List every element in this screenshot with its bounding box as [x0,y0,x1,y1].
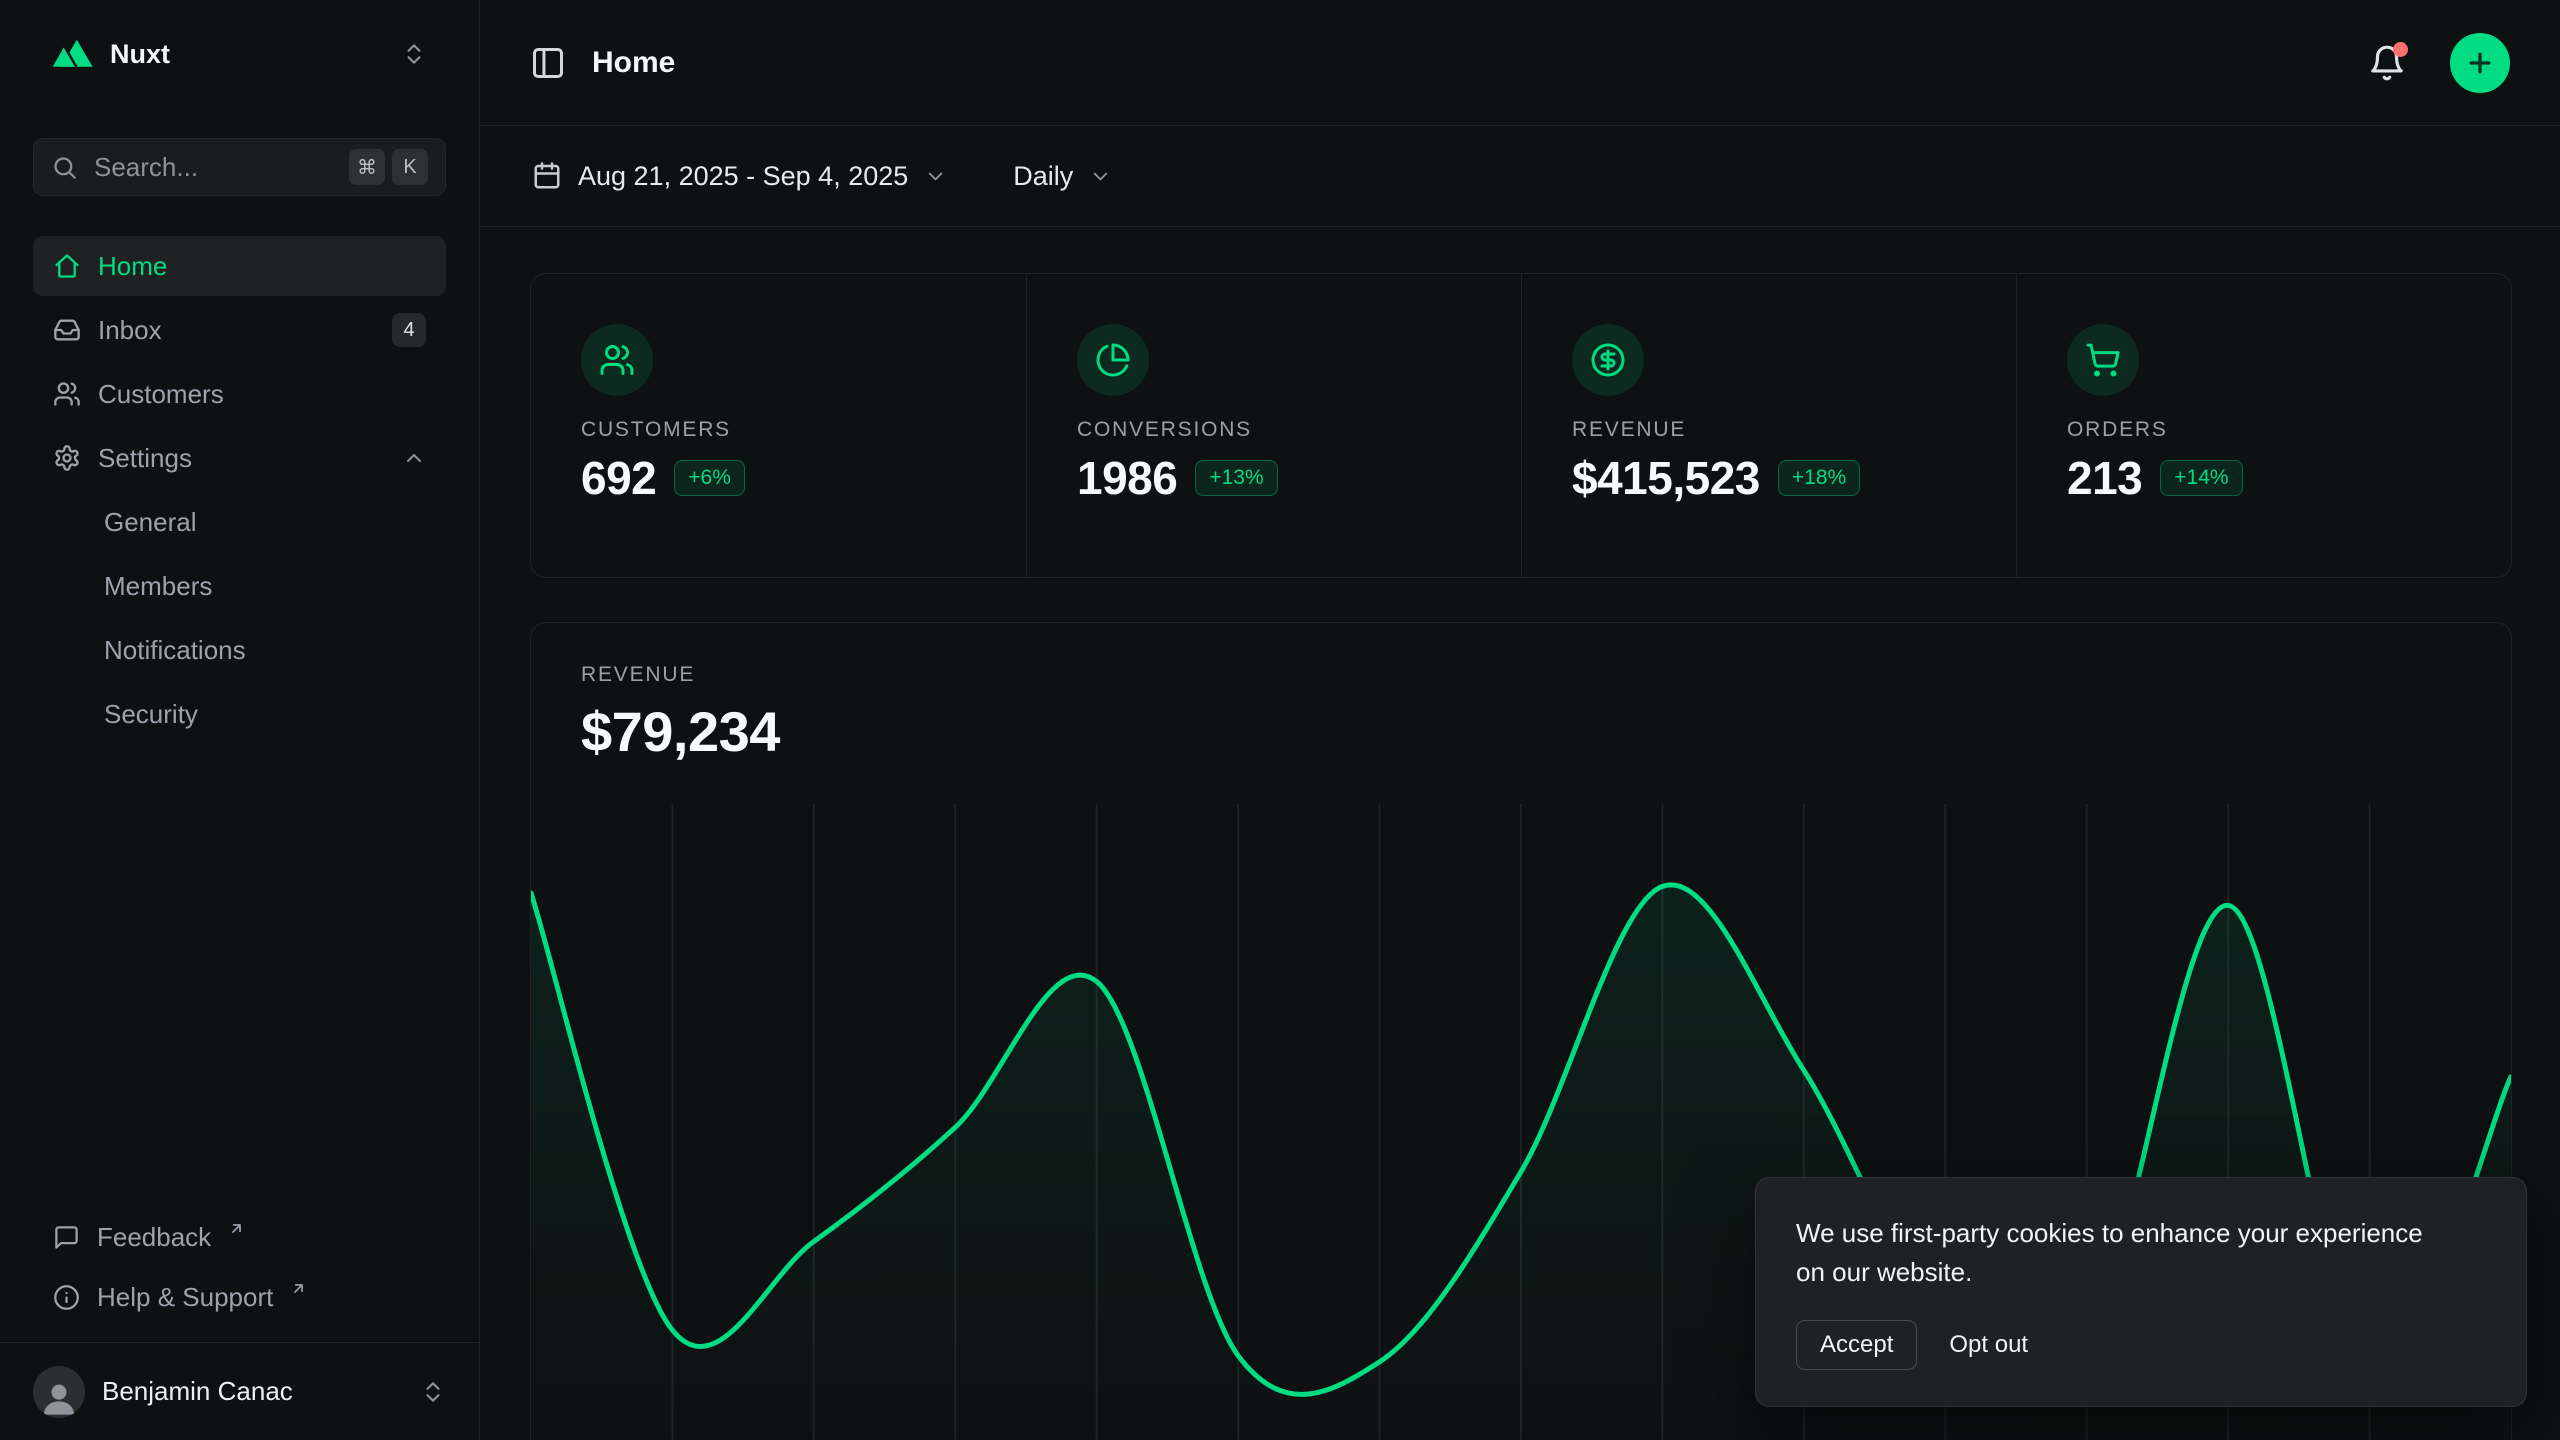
chevrons-up-down-icon [401,41,427,67]
calendar-icon [532,161,562,191]
stat-icon-circle [1077,324,1149,396]
stat-icon-circle [2067,324,2139,396]
revenue-chart-header: REVENUE $79,234 [531,623,2511,764]
stat-delta-badge: +6% [674,460,745,496]
chevron-down-icon [1089,165,1112,188]
user-menu[interactable]: Benjamin Canac [0,1342,479,1440]
cookie-optout-button[interactable]: Opt out [1949,1331,2028,1359]
users-icon [53,380,81,408]
stat-label: REVENUE [1572,418,1996,442]
workspace-switcher[interactable]: Nuxt [33,22,446,86]
stat-label: ORDERS [2067,418,2491,442]
cookie-accept-button[interactable]: Accept [1796,1320,1917,1370]
sidebar-toggle-icon[interactable] [530,45,566,81]
home-icon [53,252,81,280]
chat-bubble-icon [53,1224,80,1251]
search-placeholder: Search... [94,152,333,183]
person-icon [39,1378,79,1418]
chevron-up-icon [402,446,426,470]
sidebar-item-settings-notifications[interactable]: Notifications [33,620,446,680]
sidebar-item-settings-members[interactable]: Members [33,556,446,616]
users-icon [599,342,635,378]
chevrons-up-down-icon [420,1379,446,1405]
stat-card-customers[interactable]: CUSTOMERS 692 +6% [531,274,1026,577]
app-root: Nuxt Search... ⌘ K Home Inbox 4 Cu [0,0,2560,1440]
stat-delta-badge: +14% [2160,460,2242,496]
notifications-button[interactable] [2368,44,2406,82]
sidebar-item-settings-general[interactable]: General [33,492,446,552]
stat-icon-circle [581,324,653,396]
stat-delta-badge: +18% [1778,460,1860,496]
kbd-k: K [392,149,428,185]
stat-value: $415,523 [1572,451,1760,505]
help-support-link[interactable]: Help & Support [33,1270,446,1324]
footer-link-label: Feedback [97,1222,211,1253]
nuxt-logo-icon [52,36,94,72]
cookie-actions: Accept Opt out [1796,1320,2486,1370]
stat-label: CUSTOMERS [581,418,1006,442]
filters-toolbar: Aug 21, 2025 - Sep 4, 2025 Daily [480,126,2560,227]
stat-card-revenue[interactable]: REVENUE $415,523 +18% [1521,274,2016,577]
sidebar-item-inbox[interactable]: Inbox 4 [33,300,446,360]
stat-value: 692 [581,451,656,505]
add-button[interactable] [2450,33,2510,93]
sidebar-footer: Feedback Help & Support [33,1210,446,1324]
stat-label: CONVERSIONS [1077,418,1501,442]
external-link-icon [228,1220,245,1237]
top-bar-actions [2368,33,2510,93]
page-title: Home [592,46,675,80]
kbd-cmd: ⌘ [349,149,385,185]
sub-item-label: General [104,507,197,538]
gear-icon [53,444,81,472]
search-icon [51,154,78,181]
inbox-count-badge: 4 [392,313,426,347]
workspace-name: Nuxt [110,39,170,70]
sidebar-nav: Home Inbox 4 Customers Settings General … [33,236,446,744]
top-bar: Home [480,0,2560,126]
date-range-picker[interactable]: Aug 21, 2025 - Sep 4, 2025 [532,161,947,192]
date-range-label: Aug 21, 2025 - Sep 4, 2025 [578,161,908,192]
notification-dot [2393,42,2408,57]
granularity-select[interactable]: Daily [1013,161,1112,192]
search-input[interactable]: Search... ⌘ K [33,138,446,196]
footer-link-label: Help & Support [97,1282,273,1313]
sidebar-item-label: Settings [98,443,192,474]
stat-value: 213 [2067,451,2142,505]
pie-chart-icon [1095,342,1131,378]
sidebar-item-label: Inbox [98,315,162,346]
sidebar-item-label: Customers [98,379,224,410]
stat-value: 1986 [1077,451,1177,505]
cookie-message: We use first-party cookies to enhance yo… [1796,1214,2426,1292]
stat-card-orders[interactable]: ORDERS 213 +14% [2016,274,2511,577]
sidebar-item-home[interactable]: Home [33,236,446,296]
user-name: Benjamin Canac [102,1376,293,1407]
inbox-icon [53,316,81,344]
sub-item-label: Security [104,699,198,730]
external-link-icon [290,1280,307,1297]
chevron-down-icon [924,165,947,188]
sidebar-item-settings-security[interactable]: Security [33,684,446,744]
stat-icon-circle [1572,324,1644,396]
revenue-chart-label: REVENUE [581,663,2461,687]
sub-item-label: Members [104,571,212,602]
cart-icon [2085,342,2121,378]
avatar [33,1366,85,1418]
stats-row: CUSTOMERS 692 +6% CONVERSIONS 1986 +13% [530,273,2512,578]
cookie-banner: We use first-party cookies to enhance yo… [1755,1177,2527,1407]
sidebar-item-settings[interactable]: Settings [33,428,446,488]
search-shortcut: ⌘ K [349,149,428,185]
stat-card-conversions[interactable]: CONVERSIONS 1986 +13% [1026,274,1521,577]
granularity-label: Daily [1013,161,1073,192]
revenue-chart-value: $79,234 [581,699,2461,764]
stat-delta-badge: +13% [1195,460,1277,496]
dollar-circle-icon [1590,342,1626,378]
sidebar-item-customers[interactable]: Customers [33,364,446,424]
plus-icon [2465,48,2495,78]
sidebar-item-label: Home [98,251,167,282]
sidebar: Nuxt Search... ⌘ K Home Inbox 4 Cu [0,0,480,1440]
feedback-link[interactable]: Feedback [33,1210,446,1264]
sub-item-label: Notifications [104,635,246,666]
info-circle-icon [53,1284,80,1311]
